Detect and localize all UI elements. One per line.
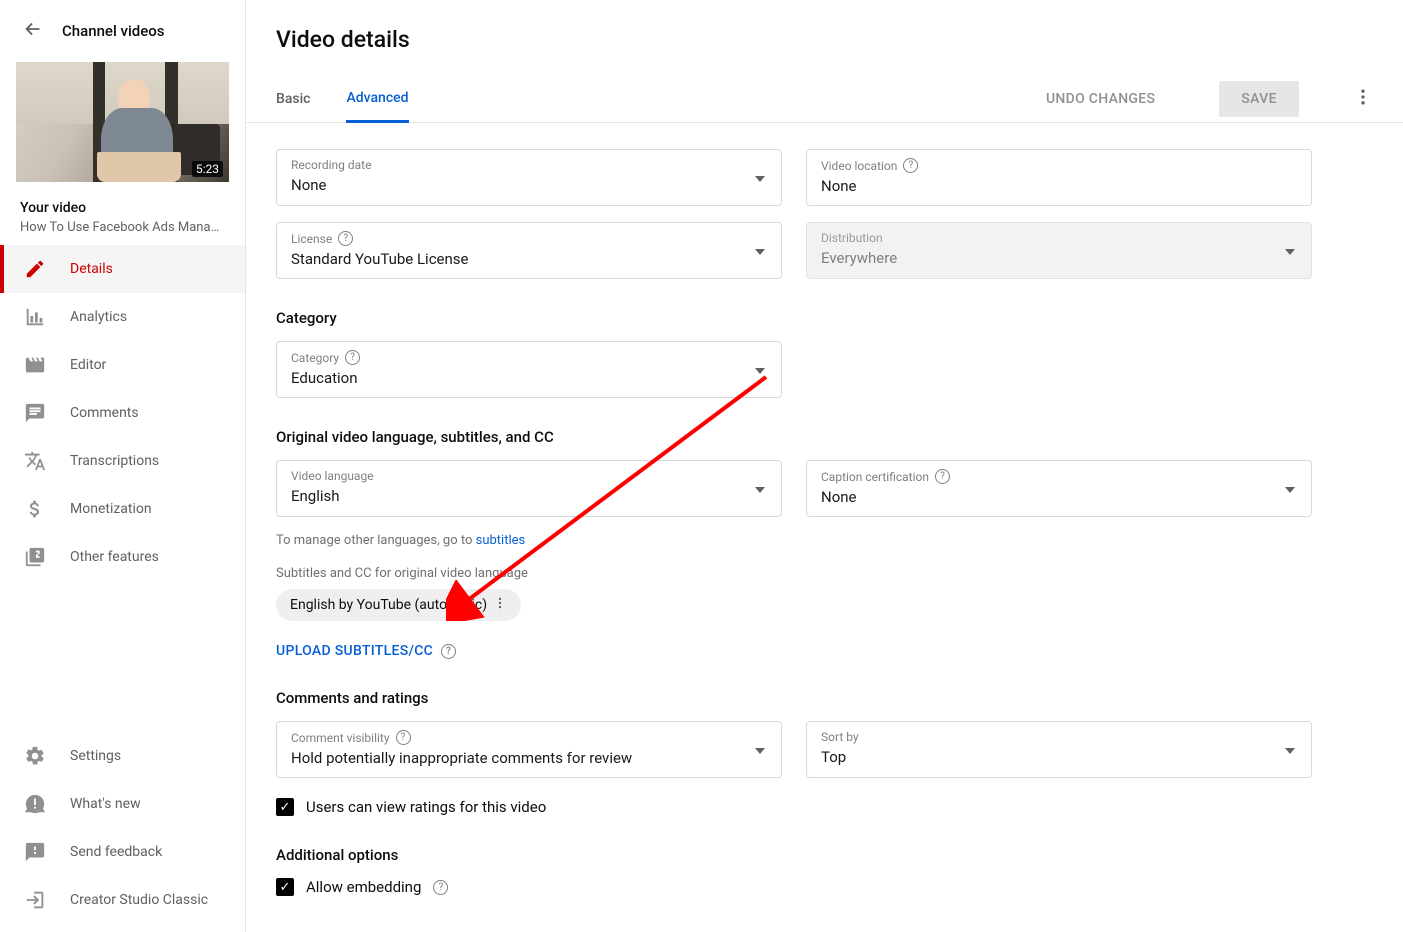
comment-visibility-field[interactable]: Comment visibility ? Hold potentially in…: [276, 721, 782, 778]
chevron-down-icon: [1285, 481, 1295, 497]
chevron-down-icon: [755, 243, 765, 259]
field-value: English: [291, 487, 767, 505]
field-label: Distribution: [821, 231, 1297, 245]
field-value: Education: [291, 369, 767, 387]
field-label: Caption certification: [821, 470, 929, 484]
help-icon[interactable]: ?: [441, 644, 456, 659]
sidebar-item-label: Comments: [70, 405, 139, 421]
subtitle-chip[interactable]: English by YouTube (automatic): [276, 589, 521, 621]
help-icon[interactable]: ?: [396, 730, 411, 745]
video-thumbnail[interactable]: 5:23: [16, 62, 229, 182]
ratings-checkbox-label: Users can view ratings for this video: [306, 798, 546, 816]
chevron-down-icon: [1285, 243, 1295, 259]
caption-certification-field[interactable]: Caption certification ? None: [806, 460, 1312, 517]
subtitles-link[interactable]: subtitles: [476, 533, 526, 548]
sidebar-item-label: Send feedback: [70, 844, 162, 860]
sidebar-item-label: Settings: [70, 748, 121, 764]
sidebar-item-editor[interactable]: Editor: [0, 341, 245, 389]
field-value: Top: [821, 748, 1297, 766]
sidebar-item-analytics[interactable]: Analytics: [0, 293, 245, 341]
field-label: License: [291, 232, 332, 246]
your-video-label: Your video: [20, 200, 225, 216]
field-label: Recording date: [291, 158, 767, 172]
sidebar-item-other-features[interactable]: Other features: [0, 533, 245, 581]
manage-languages-helper: To manage other languages, go to subtitl…: [276, 533, 1373, 548]
chevron-down-icon: [755, 170, 765, 186]
video-location-field[interactable]: Video location ? None: [806, 149, 1312, 206]
video-duration-badge: 5:23: [192, 161, 223, 177]
field-value: Everywhere: [821, 249, 1297, 267]
field-label: Comment visibility: [291, 731, 390, 745]
save-button[interactable]: SAVE: [1219, 81, 1299, 117]
field-label: Sort by: [821, 730, 1297, 744]
chip-more-icon[interactable]: [493, 596, 507, 614]
video-language-field[interactable]: Video language English: [276, 460, 782, 517]
help-icon[interactable]: ?: [935, 469, 950, 484]
chevron-down-icon: [1285, 742, 1295, 758]
sidebar-item-label: Transcriptions: [70, 453, 159, 469]
page-title: Video details: [246, 0, 1403, 75]
section-category-title: Category: [276, 309, 1373, 327]
category-field[interactable]: Category ? Education: [276, 341, 782, 398]
sidebar-item-monetization[interactable]: Monetization: [0, 485, 245, 533]
ratings-checkbox[interactable]: ✓: [276, 798, 294, 816]
chevron-down-icon: [755, 481, 765, 497]
field-value: Hold potentially inappropriate comments …: [291, 749, 767, 767]
sidebar-item-label: Editor: [70, 357, 106, 373]
help-icon[interactable]: ?: [903, 158, 918, 173]
field-value: None: [821, 177, 1297, 195]
sidebar-item-label: Monetization: [70, 501, 152, 517]
more-options-icon[interactable]: [1353, 87, 1373, 111]
sidebar-item-send-feedback[interactable]: Send feedback: [0, 828, 245, 876]
embed-checkbox[interactable]: ✓: [276, 878, 294, 896]
sidebar-item-transcriptions[interactable]: Transcriptions: [0, 437, 245, 485]
tab-basic[interactable]: Basic: [276, 75, 310, 122]
chip-label: English by YouTube (automatic): [290, 597, 487, 613]
field-label: Video location: [821, 159, 897, 173]
section-additional-title: Additional options: [276, 846, 1373, 864]
your-video-title: How To Use Facebook Ads Manager…: [20, 220, 225, 235]
field-value: Standard YouTube License: [291, 250, 767, 268]
recording-date-field[interactable]: Recording date None: [276, 149, 782, 206]
sidebar-item-label: Other features: [70, 549, 159, 565]
sidebar-item-creator-studio-classic[interactable]: Creator Studio Classic: [0, 876, 245, 924]
subtitles-cc-label: Subtitles and CC for original video lang…: [276, 566, 1373, 581]
sidebar-item-label: What's new: [70, 796, 141, 812]
back-arrow-icon[interactable]: [22, 18, 44, 44]
sidebar-item-label: Details: [70, 261, 113, 277]
chevron-down-icon: [755, 362, 765, 378]
license-field[interactable]: License ? Standard YouTube License: [276, 222, 782, 279]
field-label: Category: [291, 351, 339, 365]
field-value: None: [821, 488, 1297, 506]
field-value: None: [291, 176, 767, 194]
sidebar-item-comments[interactable]: Comments: [0, 389, 245, 437]
section-comments-title: Comments and ratings: [276, 689, 1373, 707]
help-icon[interactable]: ?: [345, 350, 360, 365]
undo-changes-button[interactable]: UNDO CHANGES: [1046, 91, 1155, 107]
sort-by-field[interactable]: Sort by Top: [806, 721, 1312, 778]
sidebar-item-label: Analytics: [70, 309, 127, 325]
help-icon[interactable]: ?: [433, 880, 448, 895]
channel-videos-link[interactable]: Channel videos: [62, 22, 164, 40]
sidebar-item-details[interactable]: Details: [0, 245, 245, 293]
upload-subtitles-button[interactable]: UPLOAD SUBTITLES/CC ?: [276, 643, 456, 659]
section-language-title: Original video language, subtitles, and …: [276, 428, 1373, 446]
tab-advanced[interactable]: Advanced: [346, 76, 408, 123]
embed-checkbox-label: Allow embedding: [306, 878, 421, 896]
sidebar-item-settings[interactable]: Settings: [0, 732, 245, 780]
field-label: Video language: [291, 469, 767, 483]
chevron-down-icon: [755, 742, 765, 758]
sidebar-item-whats-new[interactable]: What's new: [0, 780, 245, 828]
help-icon[interactable]: ?: [338, 231, 353, 246]
distribution-field: Distribution Everywhere: [806, 222, 1312, 279]
sidebar-item-label: Creator Studio Classic: [70, 892, 208, 908]
